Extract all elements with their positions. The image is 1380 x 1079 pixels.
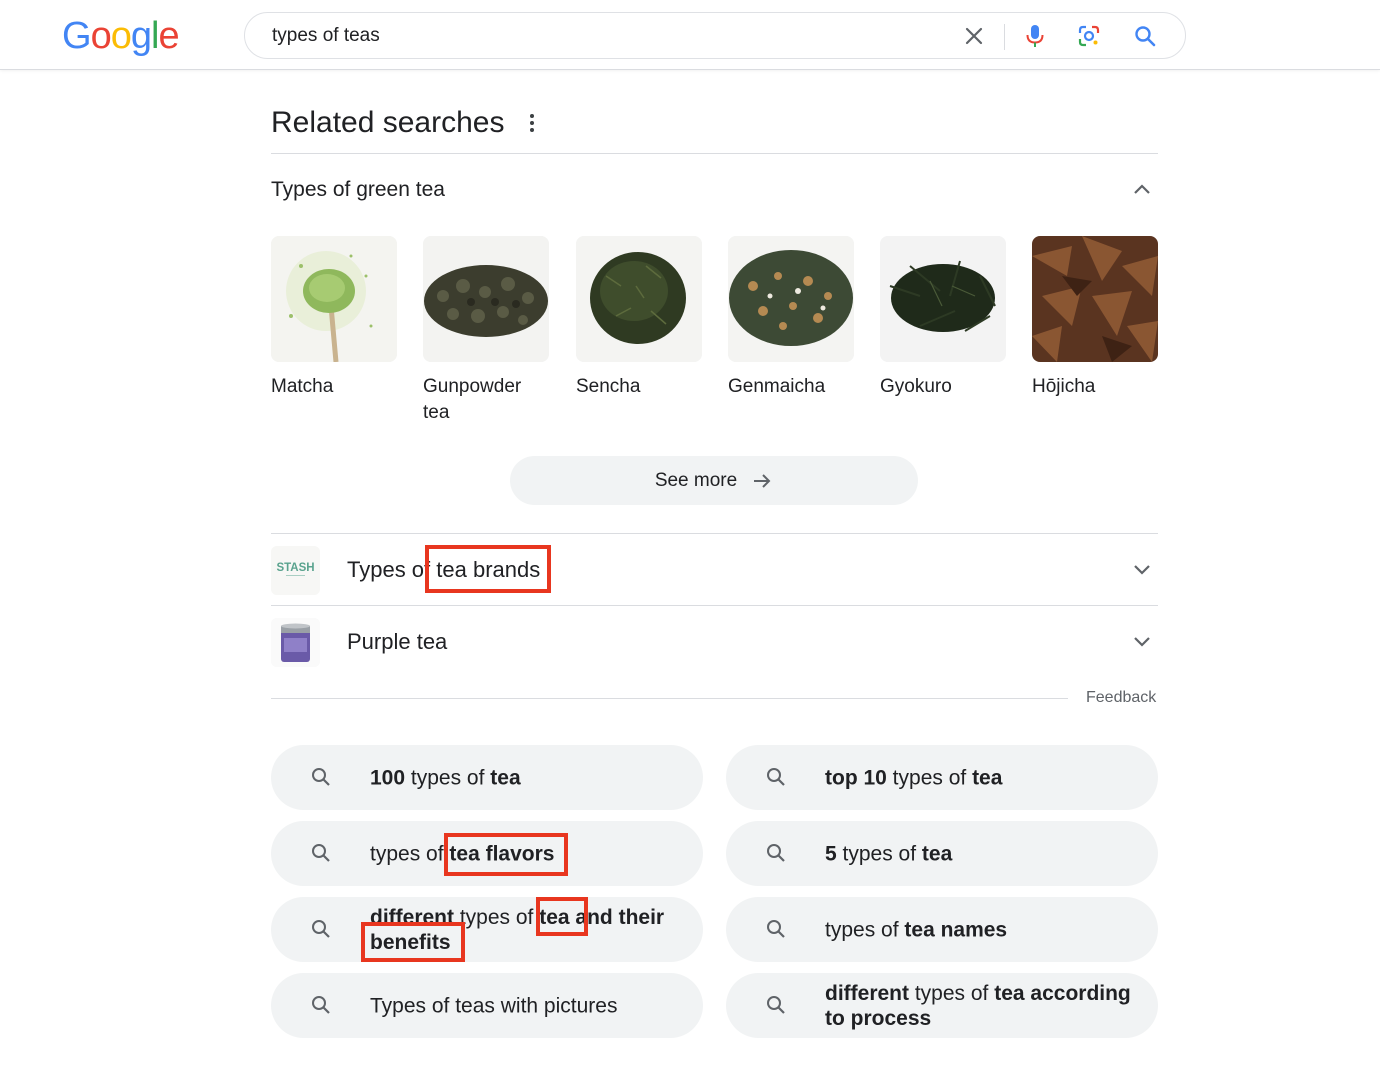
close-icon[interactable] (961, 23, 987, 49)
search-box[interactable]: types of teas (244, 12, 1186, 59)
more-options-icon[interactable] (522, 111, 542, 135)
tea-image-matcha (271, 236, 397, 362)
purple-tea-tin-thumb (271, 618, 320, 667)
chevron-down-icon[interactable] (1131, 558, 1153, 580)
suggestion-part: types of (836, 842, 922, 865)
divider (271, 533, 1158, 534)
related-row-purple-tea[interactable]: Purple tea (271, 608, 1158, 672)
suggestion-part: types of (370, 842, 450, 865)
related-row-tea-brands[interactable]: STASH Types of tea brands (271, 536, 1158, 600)
logo-letter: g (130, 15, 152, 57)
top-bar: Google types of teas (0, 0, 1380, 70)
suggestion-text: Types of teas with pictures (370, 993, 690, 1018)
tea-label-sencha: Sencha (576, 376, 641, 397)
tea-image-gyokuro (880, 236, 1006, 362)
svg-text:STASH: STASH (276, 562, 314, 574)
tea-image-genmaicha (728, 236, 854, 362)
suggestion-text: different types of tea according to proc… (825, 981, 1145, 1031)
search-icon[interactable] (1132, 23, 1158, 49)
suggestion-part: tea (921, 842, 953, 865)
suggestion-text: 5 types of tea (825, 841, 1145, 866)
suggestion-part: types of (825, 918, 905, 941)
tea-card-sencha[interactable]: Sencha (576, 236, 702, 400)
logo-letter: o (90, 15, 112, 57)
search-icon (764, 765, 788, 789)
tea-card-gunpowder[interactable]: Gunpowder tea (423, 236, 549, 426)
highlight-box (444, 833, 568, 876)
tea-label-matcha: Matcha (271, 376, 334, 397)
suggestion-pill[interactable]: types of tea names (726, 897, 1158, 962)
search-input[interactable]: types of teas (272, 24, 380, 48)
feedback-link[interactable]: Feedback (1086, 688, 1156, 708)
divider (271, 605, 1158, 606)
suggestion-part: types of (454, 905, 540, 929)
suggestion-part: types of (886, 766, 973, 789)
tea-card-genmaicha[interactable]: Genmaicha (728, 236, 854, 400)
suggestion-pill[interactable]: 5 types of tea (726, 821, 1158, 886)
suggestion-part: types of (909, 981, 995, 1005)
suggestion-part: Types of teas with pictures (370, 994, 618, 1017)
suggestion-part: tea (972, 766, 1003, 789)
suggestion-part: 5 (825, 842, 837, 865)
search-icon (309, 841, 333, 865)
lens-icon[interactable] (1076, 23, 1102, 49)
tea-label-gunpowder: Gunpowder tea (423, 376, 522, 423)
search-icon (764, 917, 788, 941)
suggestion-part: tea (490, 766, 521, 789)
highlight-box (361, 922, 465, 962)
see-more-button[interactable]: See more (510, 456, 918, 505)
logo-letter: o (110, 15, 132, 57)
google-logo[interactable]: Google (62, 14, 180, 58)
suggestion-part: 100 (370, 766, 406, 789)
highlight-box (536, 897, 588, 936)
stash-logo-thumb: STASH (271, 546, 320, 595)
suggestion-text: top 10 types of tea (825, 765, 1145, 790)
tea-image-hojicha (1032, 236, 1158, 362)
tea-label-genmaicha: Genmaicha (728, 376, 826, 397)
suggestion-pill[interactable]: 100 types of tea (271, 745, 703, 810)
logo-letter: G (62, 15, 92, 57)
tea-card-hojicha[interactable]: Hōjicha (1032, 236, 1158, 400)
suggestion-text: types of tea names (825, 917, 1145, 942)
tea-card-gyokuro[interactable]: Gyokuro (880, 236, 1006, 400)
related-row-label: Purple tea (347, 629, 448, 654)
suggestion-pill[interactable]: Types of teas with pictures (271, 973, 703, 1038)
chevron-up-icon[interactable] (1131, 179, 1153, 201)
chevron-down-icon[interactable] (1131, 630, 1153, 652)
search-icon (309, 917, 333, 941)
group-title-green-tea[interactable]: Types of green tea (271, 177, 445, 203)
tea-label-hojicha: Hōjicha (1032, 376, 1096, 397)
suggestion-part: types of (405, 766, 491, 789)
see-more-label: See more (654, 469, 738, 491)
search-icon (309, 993, 333, 1017)
search-icon (764, 841, 788, 865)
tea-image-sencha (576, 236, 702, 362)
highlight-box (425, 545, 551, 593)
divider (271, 698, 1068, 699)
suggestion-pill[interactable]: top 10 types of tea (726, 745, 1158, 810)
logo-letter: e (158, 15, 179, 57)
suggestion-text: 100 types of tea (370, 765, 690, 790)
search-divider (1004, 24, 1005, 50)
tea-image-gunpowder (423, 236, 549, 362)
tea-label-gyokuro: Gyokuro (880, 376, 952, 397)
search-icon (309, 765, 333, 789)
suggestion-pill[interactable]: different types of tea and their benefit… (271, 897, 703, 962)
logo-letter: l (150, 15, 160, 57)
arrow-right-icon (751, 470, 773, 492)
suggestion-part: top 10 (825, 766, 887, 789)
divider (271, 153, 1158, 154)
search-icon (764, 993, 788, 1017)
microphone-icon[interactable] (1022, 23, 1048, 49)
suggestion-pill[interactable]: different types of tea according to proc… (726, 973, 1158, 1038)
tea-card-matcha[interactable]: Matcha (271, 236, 397, 400)
suggestion-part: different (825, 981, 909, 1005)
related-searches-title: Related searches (271, 106, 505, 139)
suggestion-part: tea names (904, 918, 1008, 941)
